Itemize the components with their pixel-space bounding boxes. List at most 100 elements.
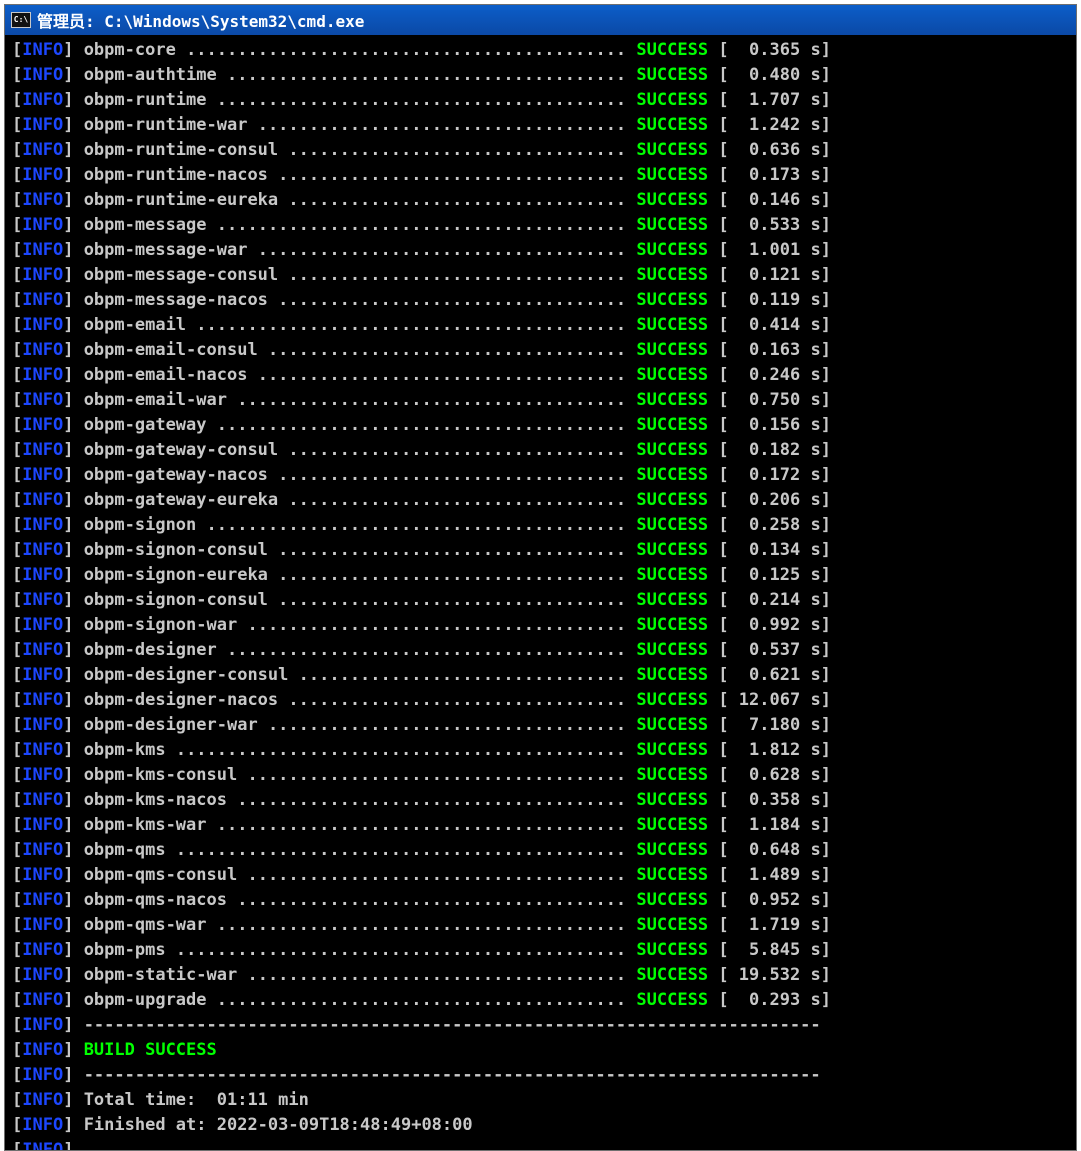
module-name: obpm-signon-eureka — [83, 565, 268, 585]
module-name: obpm-runtime-nacos — [83, 165, 268, 185]
status-badge: SUCCESS — [636, 765, 709, 785]
module-name: obpm-authtime — [83, 65, 217, 85]
status-badge: SUCCESS — [636, 440, 709, 460]
module-line: [INFO] obpm-message ....................… — [12, 215, 831, 235]
elapsed-time: 0.293 — [738, 990, 801, 1010]
status-badge: SUCCESS — [636, 715, 709, 735]
module-name: obpm-signon — [83, 515, 197, 535]
status-badge: SUCCESS — [636, 665, 709, 685]
status-badge: SUCCESS — [636, 815, 709, 835]
module-line: [INFO] obpm-gateway ....................… — [12, 415, 831, 435]
elapsed-time: 0.258 — [738, 515, 801, 535]
module-line: [INFO] obpm-kms-war ....................… — [12, 815, 831, 835]
elapsed-time: 0.636 — [738, 140, 801, 160]
elapsed-time: 1.001 — [738, 240, 801, 260]
module-name: obpm-pms — [83, 940, 166, 960]
module-name: obpm-kms-war — [83, 815, 207, 835]
status-badge: SUCCESS — [636, 215, 709, 235]
module-line: [INFO] obpm-qms ........................… — [12, 840, 831, 860]
console-icon[interactable]: C:\ — [11, 12, 31, 28]
module-name: obpm-designer — [83, 640, 217, 660]
elapsed-time: 0.156 — [738, 415, 801, 435]
module-name: obpm-signon-war — [83, 615, 238, 635]
elapsed-time: 1.184 — [738, 815, 801, 835]
status-badge: SUCCESS — [636, 490, 709, 510]
module-name: obpm-kms-consul — [83, 765, 238, 785]
status-badge: SUCCESS — [636, 365, 709, 385]
module-line: [INFO] obpm-pms ........................… — [12, 940, 831, 960]
module-line: [INFO] obpm-authtime ...................… — [12, 65, 831, 85]
prompt-line: [INFO] — [12, 1140, 74, 1150]
module-name: obpm-runtime-consul — [83, 140, 279, 160]
module-line: [INFO] obpm-signon-consul ..............… — [12, 540, 831, 560]
module-line: [INFO] obpm-runtime-consul .............… — [12, 140, 831, 160]
module-name: obpm-message-war — [83, 240, 248, 260]
module-name: obpm-runtime-eureka — [83, 190, 279, 210]
elapsed-time: 0.952 — [738, 890, 801, 910]
status-badge: SUCCESS — [636, 315, 709, 335]
module-line: [INFO] obpm-designer-war ...............… — [12, 715, 831, 735]
status-badge: SUCCESS — [636, 265, 709, 285]
module-name: obpm-signon-consul — [83, 590, 268, 610]
module-line: [INFO] obpm-qms-nacos ..................… — [12, 890, 831, 910]
elapsed-time: 0.246 — [738, 365, 801, 385]
module-name: obpm-static-war — [83, 965, 238, 985]
elapsed-time: 0.628 — [738, 765, 801, 785]
status-badge: SUCCESS — [636, 790, 709, 810]
cmd-window: C:\ 管理员: C:\Windows\System32\cmd.exe [IN… — [4, 4, 1077, 1151]
elapsed-time: 0.480 — [738, 65, 801, 85]
status-badge: SUCCESS — [636, 90, 709, 110]
elapsed-time: 0.172 — [738, 465, 801, 485]
module-line: [INFO] obpm-designer ...................… — [12, 640, 831, 660]
status-badge: SUCCESS — [636, 915, 709, 935]
module-line: [INFO] obpm-gateway-eureka .............… — [12, 490, 831, 510]
status-badge: SUCCESS — [636, 540, 709, 560]
status-badge: SUCCESS — [636, 340, 709, 360]
module-name: obpm-qms-war — [83, 915, 207, 935]
module-name: obpm-message — [83, 215, 207, 235]
elapsed-time: 0.537 — [738, 640, 801, 660]
module-name: obpm-core — [83, 40, 176, 60]
module-line: [INFO] obpm-static-war .................… — [12, 965, 831, 985]
elapsed-time: 0.358 — [738, 790, 801, 810]
module-name: obpm-kms-nacos — [83, 790, 227, 810]
status-badge: SUCCESS — [636, 940, 709, 960]
module-name: obpm-email-war — [83, 390, 227, 410]
status-badge: SUCCESS — [636, 415, 709, 435]
module-name: obpm-designer-war — [83, 715, 258, 735]
module-name: obpm-gateway-consul — [83, 440, 279, 460]
module-line: [INFO] obpm-designer-consul ............… — [12, 665, 831, 685]
module-name: obpm-qms-nacos — [83, 890, 227, 910]
elapsed-time: 0.163 — [738, 340, 801, 360]
status-badge: SUCCESS — [636, 865, 709, 885]
module-line: [INFO] obpm-runtime-eureka .............… — [12, 190, 831, 210]
status-badge: SUCCESS — [636, 640, 709, 660]
module-name: obpm-designer-nacos — [83, 690, 279, 710]
status-badge: SUCCESS — [636, 165, 709, 185]
status-badge: SUCCESS — [636, 115, 709, 135]
elapsed-time: 0.533 — [738, 215, 801, 235]
elapsed-time: 1.812 — [738, 740, 801, 760]
elapsed-time: 0.146 — [738, 190, 801, 210]
module-name: obpm-gateway-eureka — [83, 490, 279, 510]
module-line: [INFO] obpm-upgrade ....................… — [12, 990, 831, 1010]
elapsed-time: 12.067 — [738, 690, 801, 710]
console-output[interactable]: [INFO] obpm-core .......................… — [12, 38, 1066, 1150]
elapsed-time: 0.214 — [738, 590, 801, 610]
build-result-line: [INFO] BUILD SUCCESS — [12, 1040, 217, 1060]
module-line: [INFO] obpm-message-war ................… — [12, 240, 831, 260]
elapsed-time: 0.648 — [738, 840, 801, 860]
module-line: [INFO] obpm-message-nacos ..............… — [12, 290, 831, 310]
title-bar[interactable]: C:\ 管理员: C:\Windows\System32\cmd.exe — [5, 5, 1076, 35]
status-badge: SUCCESS — [636, 565, 709, 585]
module-name: obpm-qms — [83, 840, 166, 860]
elapsed-time: 0.119 — [738, 290, 801, 310]
module-line: [INFO] obpm-qms-consul .................… — [12, 865, 831, 885]
elapsed-time: 0.365 — [738, 40, 801, 60]
elapsed-time: 0.182 — [738, 440, 801, 460]
status-badge: SUCCESS — [636, 140, 709, 160]
module-name: obpm-designer-consul — [83, 665, 289, 685]
total-time-line: [INFO] Total time: 01:11 min — [12, 1090, 309, 1110]
module-line: [INFO] obpm-signon .....................… — [12, 515, 831, 535]
module-line: [INFO] obpm-core .......................… — [12, 40, 831, 60]
